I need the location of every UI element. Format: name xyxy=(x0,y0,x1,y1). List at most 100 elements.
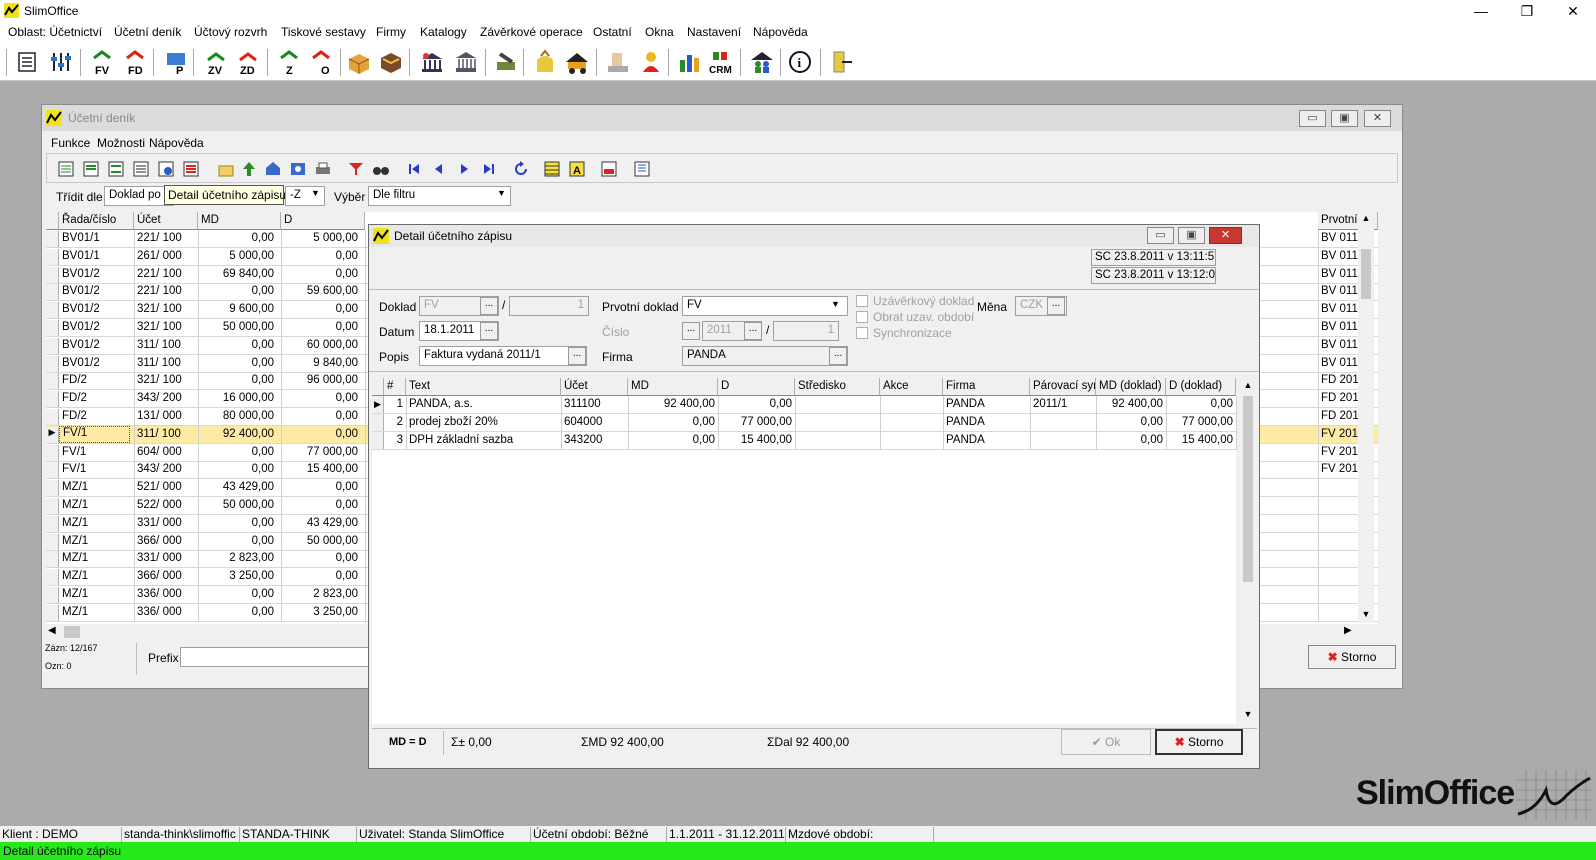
up-arrow-icon[interactable] xyxy=(240,160,258,178)
journal-icon[interactable] xyxy=(57,160,75,178)
cislo-number-field[interactable]: 1 xyxy=(773,321,839,341)
p-document-icon[interactable]: P xyxy=(162,48,190,77)
obrat-checkbox[interactable] xyxy=(856,311,868,323)
menu-firmy[interactable]: Firmy xyxy=(376,25,406,39)
next-record-icon[interactable] xyxy=(455,160,473,178)
prvotni-select[interactable]: FV xyxy=(682,296,848,316)
menu-zaverkove-operace[interactable]: Závěrkové operace xyxy=(480,25,583,39)
detail-vertical-scrollbar[interactable]: ▲ ▼ xyxy=(1240,378,1256,724)
detail-entry-icon[interactable] xyxy=(157,160,175,178)
add-row-icon[interactable] xyxy=(82,160,100,178)
detail-minimize-button[interactable]: ▭ xyxy=(1147,227,1174,244)
minimize-button[interactable]: — xyxy=(1458,0,1504,22)
col-header-d[interactable]: D xyxy=(281,212,365,230)
truck-icon[interactable] xyxy=(563,48,591,76)
journal-menu-napoveda[interactable]: Nápověda xyxy=(149,136,204,150)
exit-icon[interactable] xyxy=(828,48,856,76)
layout-icon[interactable] xyxy=(600,160,618,178)
binoculars-icon[interactable] xyxy=(372,160,390,178)
chevron-down-icon[interactable]: ▼ xyxy=(494,188,509,204)
person-icon[interactable] xyxy=(604,48,632,76)
doklad-series-picker-button[interactable]: ... xyxy=(480,297,498,315)
col-header-rada[interactable]: Řada/číslo xyxy=(59,212,134,230)
col-header-ucet[interactable]: Účet xyxy=(561,378,628,396)
mena-picker-button[interactable]: ... xyxy=(1047,297,1065,315)
scroll-up-icon[interactable]: ▲ xyxy=(1358,213,1374,227)
scroll-down-icon[interactable]: ▼ xyxy=(1240,709,1256,719)
first-record-icon[interactable] xyxy=(405,160,423,178)
o-icon[interactable]: O xyxy=(307,48,335,77)
menu-okna[interactable]: Okna xyxy=(645,25,674,39)
scroll-right-icon[interactable]: ▶ xyxy=(1344,625,1352,636)
col-header-md-doklad[interactable]: MD (doklad) xyxy=(1096,378,1166,396)
popis-field[interactable]: Faktura vydaná 2011/1 xyxy=(419,346,587,366)
doklad-number-field[interactable]: 1 xyxy=(509,296,589,316)
journal-minimize-button[interactable]: ▭ xyxy=(1299,110,1326,127)
chart-icon[interactable] xyxy=(675,48,703,76)
journal-icon[interactable] xyxy=(13,48,41,76)
bag-icon[interactable] xyxy=(531,48,559,76)
col-header-parovaci[interactable]: Párovací symbol xyxy=(1030,378,1096,396)
prev-record-icon[interactable] xyxy=(430,160,448,178)
col-header-number[interactable]: # xyxy=(384,378,406,396)
scroll-left-icon[interactable]: ◀ xyxy=(48,625,56,636)
table-row[interactable]: 3 DPH základní sazba 343200 0,00 15 400,00 PA… xyxy=(372,432,1237,450)
restore-button[interactable]: ❐ xyxy=(1504,0,1550,22)
col-header-stredisko[interactable]: Středisko xyxy=(795,378,880,396)
detail-maximize-button[interactable]: ▣ xyxy=(1178,227,1205,244)
z-icon[interactable]: Z xyxy=(275,48,303,77)
menu-nastaveni[interactable]: Nastavení xyxy=(687,25,741,39)
columns-icon[interactable] xyxy=(543,160,561,178)
menu-ucetni-denik[interactable]: Účetní deník xyxy=(114,25,181,39)
scrollbar-thumb[interactable] xyxy=(1361,249,1371,299)
chevron-down-icon[interactable]: ▼ xyxy=(308,188,323,204)
fv-invoice-icon[interactable]: FV xyxy=(88,48,116,77)
scroll-down-icon[interactable]: ▼ xyxy=(1358,609,1374,623)
cislo-picker-button[interactable]: ... xyxy=(682,322,700,340)
ok-button[interactable]: ✔ Ok xyxy=(1061,729,1151,755)
menu-oblast[interactable]: Oblast: Účetnictví xyxy=(8,25,102,39)
detail-close-button[interactable]: ✕ xyxy=(1209,227,1242,244)
menu-katalogy[interactable]: Katalogy xyxy=(420,25,467,39)
journal-maximize-button[interactable]: ▣ xyxy=(1331,110,1358,127)
chevron-down-icon[interactable]: ▼ xyxy=(831,299,840,309)
firma-field[interactable]: PANDA xyxy=(682,346,848,366)
synchronizace-checkbox[interactable] xyxy=(856,327,868,339)
new-folder-icon[interactable] xyxy=(217,160,235,178)
close-button[interactable]: ✕ xyxy=(1550,0,1596,22)
find-icon[interactable] xyxy=(289,160,307,178)
col-header-akce[interactable]: Akce xyxy=(880,378,943,396)
col-header-text[interactable]: Text xyxy=(406,378,561,396)
zv-icon[interactable]: ZV xyxy=(202,48,230,77)
delete-row-icon[interactable] xyxy=(182,160,200,178)
table-row[interactable]: 2 prodej zboží 20% 604000 0,00 77 000,00 PAND… xyxy=(372,414,1237,432)
popis-picker-button[interactable]: ... xyxy=(568,347,586,365)
menu-ostatni[interactable]: Ostatní xyxy=(593,25,632,39)
font-icon[interactable]: A xyxy=(568,160,586,178)
uzaverkovy-checkbox[interactable] xyxy=(856,295,868,307)
journal-storno-button[interactable]: ✖ Storno xyxy=(1308,645,1396,669)
info-icon[interactable]: i xyxy=(786,48,814,76)
back-icon[interactable] xyxy=(264,160,282,178)
col-header-md[interactable]: MD xyxy=(628,378,718,396)
filter-icon[interactable] xyxy=(347,160,365,178)
col-header-d[interactable]: D xyxy=(718,378,795,396)
menu-napoveda[interactable]: Nápověda xyxy=(753,25,808,39)
fd-invoice-icon[interactable]: FD xyxy=(121,48,149,77)
table-row[interactable]: ▶ 1 PANDA, a.s. 311100 92 400,00 0,00 PANDA 201… xyxy=(372,396,1237,414)
scrollbar-thumb[interactable] xyxy=(1243,396,1253,582)
crm-icon[interactable]: CRM xyxy=(707,48,735,76)
last-record-icon[interactable] xyxy=(480,160,498,178)
bank-icon[interactable] xyxy=(418,48,446,76)
filter-select[interactable]: Dle filtru xyxy=(368,186,511,206)
journal-close-button[interactable]: ✕ xyxy=(1364,110,1391,127)
row-indicator-header[interactable] xyxy=(372,378,384,396)
col-header-firma[interactable]: Firma xyxy=(943,378,1030,396)
hscrollbar-thumb[interactable] xyxy=(64,626,80,638)
export-icon[interactable] xyxy=(633,160,651,178)
cash-register-icon[interactable] xyxy=(452,48,480,76)
zd-icon[interactable]: ZD xyxy=(234,48,262,77)
col-header-ucet[interactable]: Účet xyxy=(134,212,198,230)
vertical-scrollbar[interactable]: ▲ ▼ xyxy=(1358,213,1374,623)
edit-row-icon[interactable] xyxy=(107,160,125,178)
